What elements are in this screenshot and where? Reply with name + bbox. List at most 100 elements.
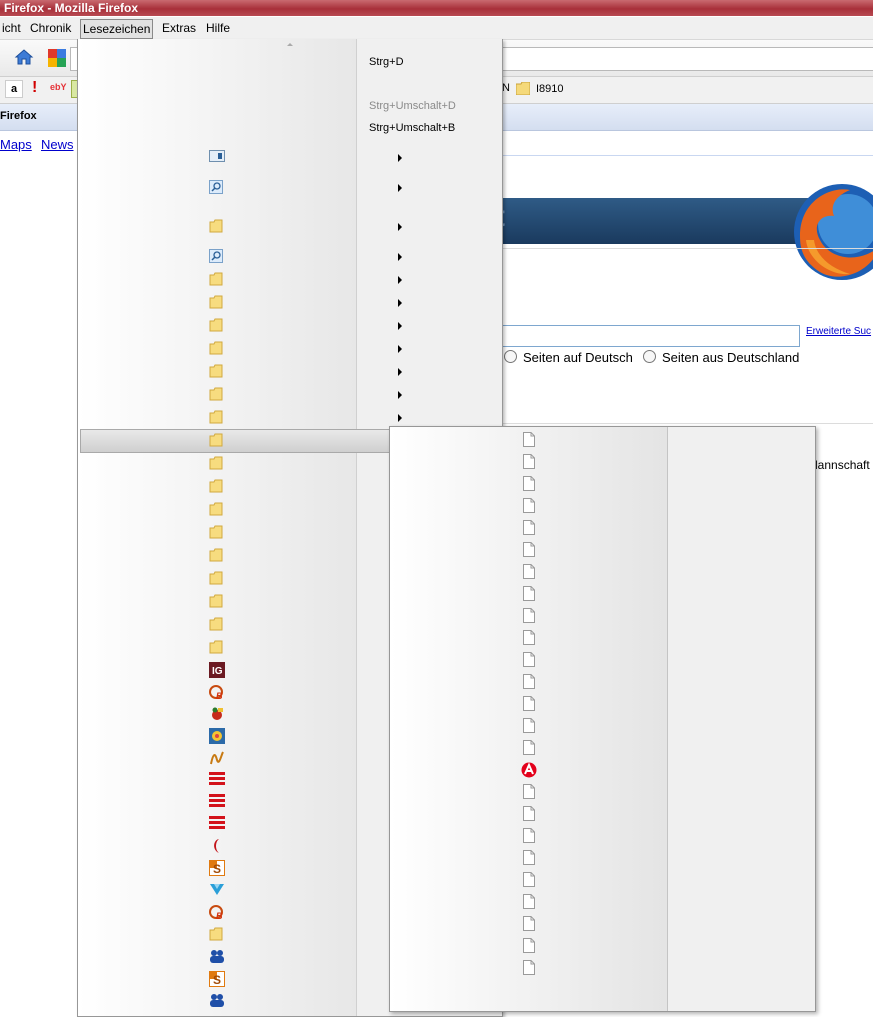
page-icon[interactable] [523,938,539,954]
submenu-arrow-icon [398,184,402,192]
radio-german-pages[interactable]: Seiten auf Deutsch [504,350,633,365]
page-divider [500,423,873,424]
alert-icon[interactable]: ! [32,79,37,97]
folder-icon[interactable] [209,479,225,495]
home-icon[interactable] [14,47,34,70]
folder-icon[interactable] [209,571,225,587]
folder-icon[interactable] [209,594,225,610]
page-icon[interactable] [523,872,539,888]
people-icon[interactable] [209,949,225,965]
bug-icon[interactable] [209,706,225,722]
google-icon[interactable] [48,49,66,67]
gb-icon[interactable]: B [209,904,225,921]
moon-icon[interactable] [209,838,225,854]
bookmark-all-tabs-shortcut: Strg+Umschalt+D [369,100,456,112]
page-icon[interactable] [523,520,539,536]
page-icon[interactable] [523,674,539,690]
page-divider [500,248,873,249]
menu-bookmarks[interactable]: Lesezeichen [80,19,154,39]
page-icon[interactable] [523,630,539,646]
page-icon[interactable] [523,652,539,668]
page-divider [500,155,873,156]
arbeitsagentur-icon[interactable] [521,762,537,778]
folder-icon[interactable] [209,548,225,564]
ig-icon[interactable]: IG [209,662,225,678]
svg-text:IG: IG [212,666,223,677]
page-icon[interactable] [523,454,539,470]
bookmark-partial-label[interactable]: N [502,82,510,94]
s-icon[interactable]: S [209,860,225,876]
radio-icon[interactable] [504,350,517,363]
menu-tools[interactable]: Extras [160,19,198,37]
scroll-up-icon[interactable] [287,43,293,46]
folder-icon[interactable] [209,617,225,633]
submenu-arrow-icon [398,391,402,399]
advanced-search-link[interactable]: Erweiterte Suc [806,326,871,337]
tab-title[interactable]: Firefox [0,110,37,122]
folder-icon[interactable] [209,433,225,449]
stripes-icon[interactable] [209,816,225,832]
compass-icon[interactable] [209,728,225,744]
stripes-icon[interactable] [209,794,225,810]
page-icon[interactable] [523,806,539,822]
organize-bookmarks-shortcut[interactable]: Strg+Umschalt+B [369,122,455,134]
page-icon[interactable] [523,542,539,558]
folder-icon[interactable] [209,456,225,472]
folder-icon[interactable] [209,219,225,235]
submenu-arrow-icon [398,345,402,353]
folder-icon[interactable] [209,525,225,541]
folder-icon[interactable] [209,502,225,518]
page-icon[interactable] [523,608,539,624]
partial-page-text: lannschaft [815,458,870,472]
bookmark-page-shortcut[interactable]: Strg+D [369,56,404,68]
folder-icon[interactable] [209,341,225,357]
menu-help[interactable]: Hilfe [204,19,232,37]
folder-icon[interactable] [209,272,225,288]
folder-icon[interactable] [209,927,225,943]
page-icon[interactable] [523,740,539,756]
stripes-icon[interactable] [209,772,225,788]
toolbar-icon[interactable] [209,150,225,166]
submenu-arrow-icon [398,276,402,284]
radio-germany-pages[interactable]: Seiten aus Deutschland [643,350,799,365]
people-icon[interactable] [209,993,225,1009]
page-icon[interactable] [523,564,539,580]
window-title: Firefox - Mozilla Firefox [4,1,139,15]
page-icon[interactable] [523,586,539,602]
s-icon[interactable]: S [209,971,225,987]
page-icon[interactable] [523,828,539,844]
page-icon[interactable] [523,498,539,514]
page-icon[interactable] [523,894,539,910]
folder-icon[interactable] [515,81,531,96]
page-icon[interactable] [523,696,539,712]
n-icon[interactable] [209,750,225,766]
submenu-arrow-icon [398,414,402,422]
amazon-icon[interactable]: a [5,80,23,98]
search-icon[interactable] [209,249,225,265]
folder-icon[interactable] [209,640,225,656]
menu-history[interactable]: Chronik [28,19,73,37]
submenu-arrow-icon [398,154,402,162]
page-icon[interactable] [523,916,539,932]
page-icon[interactable] [523,718,539,734]
folder-icon[interactable] [209,318,225,334]
page-icon[interactable] [523,784,539,800]
page-icon[interactable] [523,476,539,492]
menu-view[interactable]: icht [0,19,23,37]
ebay-icon[interactable]: ebY [50,82,67,92]
news-link[interactable]: News [41,137,74,152]
menu-separator [356,39,357,1016]
folder-icon[interactable] [209,387,225,403]
maps-link[interactable]: Maps [0,137,32,152]
folder-icon[interactable] [209,410,225,426]
radio-icon[interactable] [643,350,656,363]
search-icon[interactable] [209,180,225,196]
page-icon[interactable] [523,960,539,976]
folder-icon[interactable] [209,364,225,380]
v-icon[interactable] [209,882,225,898]
page-icon[interactable] [523,850,539,866]
bookmark-folder-label[interactable]: I8910 [536,83,564,95]
folder-icon[interactable] [209,295,225,311]
page-icon[interactable] [523,432,539,448]
gb-icon[interactable]: B [209,684,225,701]
